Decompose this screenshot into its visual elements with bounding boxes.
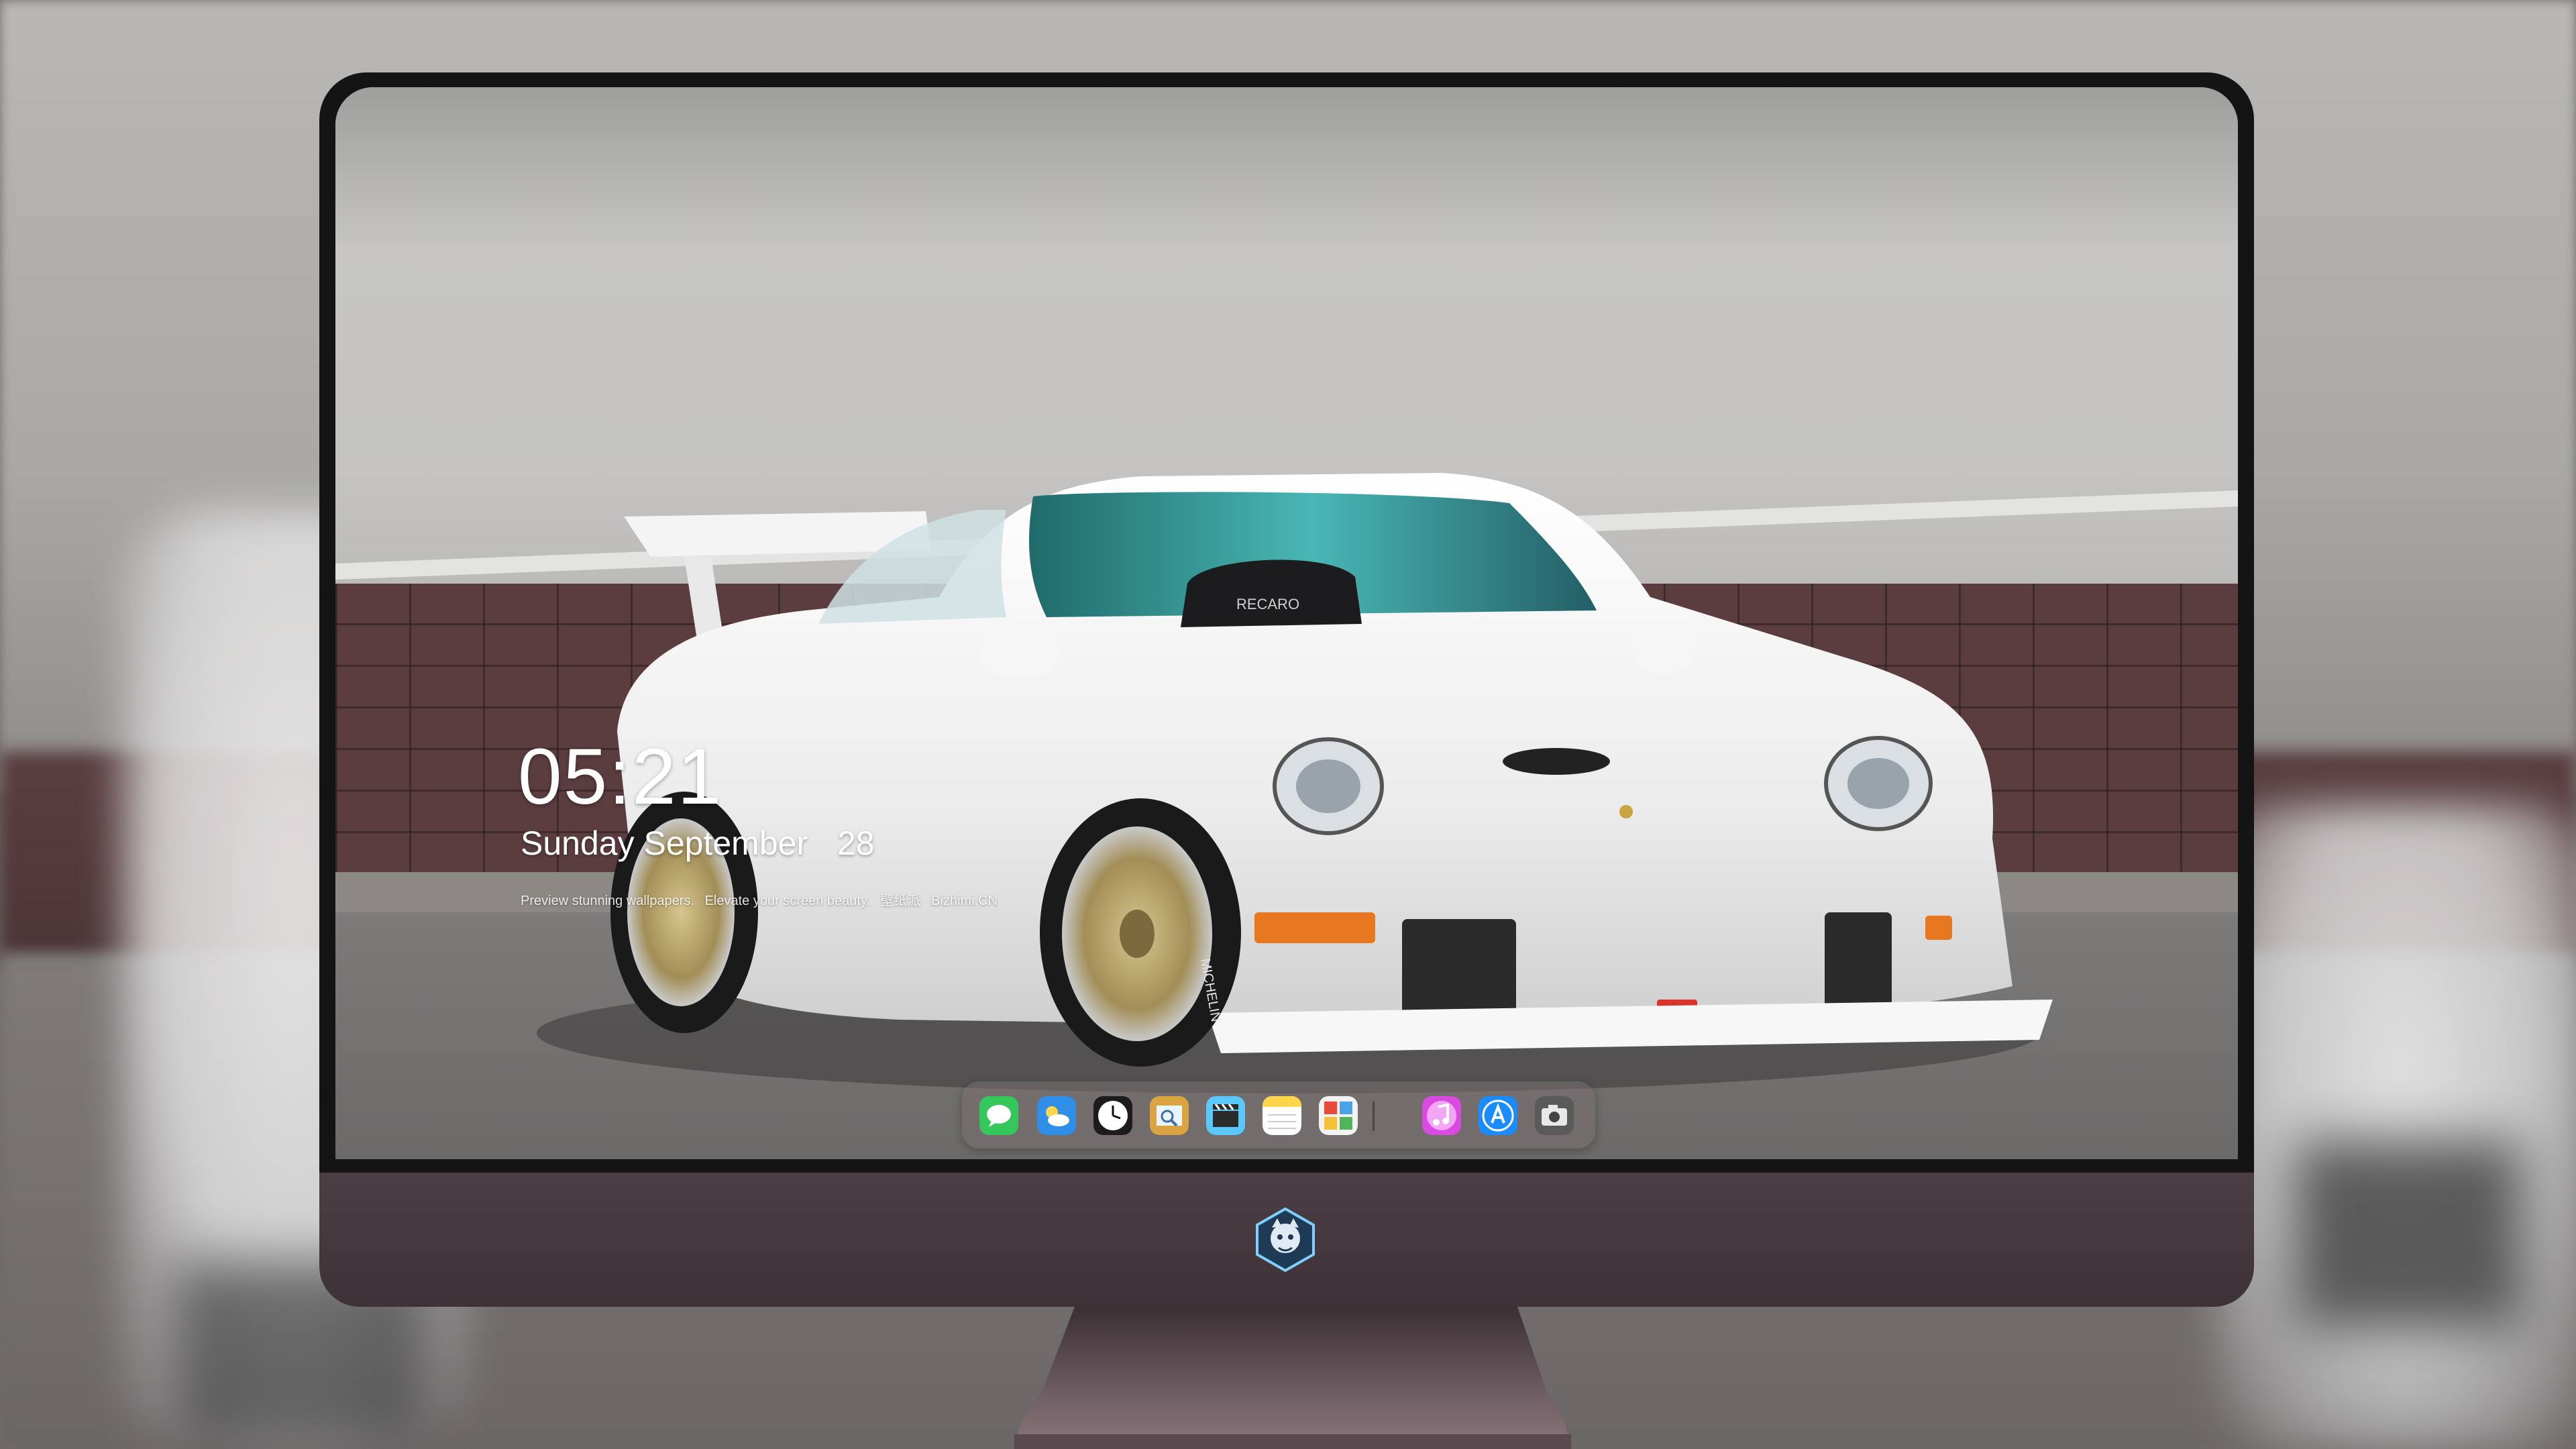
screen: RECARO MICHELIN 05:21 Sunday September 2… xyxy=(335,87,2238,1159)
camera-icon[interactable] xyxy=(1535,1096,1574,1135)
lock-screen-date: Sunday September 28 xyxy=(521,824,875,863)
monitor-stand xyxy=(1014,1307,1571,1449)
monitor: RECARO MICHELIN 05:21 Sunday September 2… xyxy=(319,72,2254,1307)
photo-booth-icon[interactable] xyxy=(1319,1096,1358,1135)
tagline-part-2: Elevate your screen beauty. xyxy=(704,894,871,908)
monitor-bezel: RECARO MICHELIN 05:21 Sunday September 2… xyxy=(319,72,2254,1173)
tagline-part-4: Bizhimi.CN xyxy=(931,894,998,908)
preview-icon[interactable] xyxy=(1150,1096,1189,1135)
background-car-blur-right xyxy=(2214,805,2576,1449)
monitor-chin xyxy=(319,1173,2254,1307)
date-day: 28 xyxy=(837,824,875,862)
music-icon[interactable] xyxy=(1422,1096,1461,1135)
clock-icon[interactable] xyxy=(1093,1096,1132,1135)
background-shadow-right xyxy=(2294,1140,2522,1328)
clapperboard-icon[interactable] xyxy=(1206,1096,1245,1135)
dock xyxy=(962,1081,1595,1148)
tagline-part-3: 壁纸派 xyxy=(880,894,921,908)
seat-brand-label: RECARO xyxy=(1236,596,1299,612)
tagline-part-1: Preview stunning wallpapers. xyxy=(521,894,695,908)
app-store-icon[interactable] xyxy=(1479,1096,1517,1135)
dock-divider xyxy=(1373,1102,1375,1131)
date-month: September xyxy=(643,824,808,862)
brand-mascot-logo xyxy=(1256,1207,1315,1273)
messages-icon[interactable] xyxy=(979,1096,1018,1135)
lock-screen-tagline: Preview stunning wallpapers. Elevate you… xyxy=(521,890,1004,909)
wallpaper-car: RECARO MICHELIN xyxy=(537,473,2053,1093)
notes-icon[interactable] xyxy=(1263,1096,1301,1135)
date-weekday: Sunday xyxy=(521,824,635,862)
weather-icon[interactable] xyxy=(1037,1096,1076,1135)
lock-screen-time: 05:21 xyxy=(518,733,723,821)
